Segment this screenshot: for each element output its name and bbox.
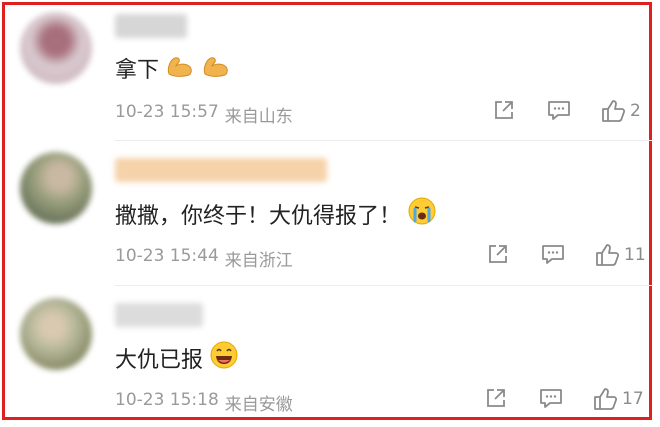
comment-icon <box>540 389 562 408</box>
comment-content: 大仇已报 <box>115 340 239 376</box>
laughing-face-icon <box>209 340 239 376</box>
share-button[interactable] <box>484 386 508 410</box>
like-count: 11 <box>624 245 646 265</box>
comment-meta: 10-23 15:44 来自浙江 <box>115 246 293 271</box>
flexed-biceps-icon <box>201 52 231 84</box>
avatar[interactable] <box>20 12 92 84</box>
comment-time: 10-23 15:44 <box>115 246 219 266</box>
share-button[interactable] <box>492 98 516 122</box>
like-count: 17 <box>622 389 644 409</box>
share-button[interactable] <box>486 242 510 266</box>
comment-location: 来自安徽 <box>224 395 293 415</box>
reply-button[interactable] <box>538 386 564 410</box>
comment-location: 来自山东 <box>224 107 293 127</box>
comment-location: 来自浙江 <box>224 251 293 271</box>
avatar[interactable] <box>20 152 92 224</box>
username-blurred[interactable] <box>115 158 327 182</box>
like-button[interactable]: 17 <box>592 386 644 412</box>
comment-time: 10-23 15:57 <box>115 102 219 122</box>
flexed-biceps-icon <box>165 52 195 84</box>
share-icon <box>487 389 505 407</box>
comment-text: 拿下 <box>115 58 160 83</box>
divider <box>115 140 652 141</box>
username-blurred[interactable] <box>115 14 187 38</box>
comment-text: 大仇已报 <box>115 348 204 373</box>
comment-icon <box>542 245 564 264</box>
comment-meta: 10-23 15:57 来自山东 <box>115 102 293 127</box>
thumbs-up-icon <box>594 388 618 410</box>
comment-content: 拿下 <box>115 52 231 84</box>
share-icon <box>495 101 513 119</box>
loudly-crying-face-icon <box>407 196 437 232</box>
divider <box>115 285 652 286</box>
like-count: 2 <box>630 101 641 121</box>
thumbs-up-icon <box>602 100 626 122</box>
like-button[interactable]: 2 <box>600 98 641 124</box>
comment-icon <box>548 101 570 120</box>
share-icon <box>489 245 507 263</box>
comment-meta: 10-23 15:18 来自安徽 <box>115 390 293 415</box>
comment-text: 撒撒，你终于！大仇得报了！ <box>115 204 402 229</box>
reply-button[interactable] <box>546 98 572 122</box>
avatar[interactable] <box>20 298 92 370</box>
thumbs-up-icon <box>596 244 620 266</box>
comment-content: 撒撒，你终于！大仇得报了！ <box>115 196 437 232</box>
like-button[interactable]: 11 <box>594 242 646 268</box>
reply-button[interactable] <box>540 242 566 266</box>
username-blurred[interactable] <box>115 303 203 327</box>
comment-time: 10-23 15:18 <box>115 390 219 410</box>
